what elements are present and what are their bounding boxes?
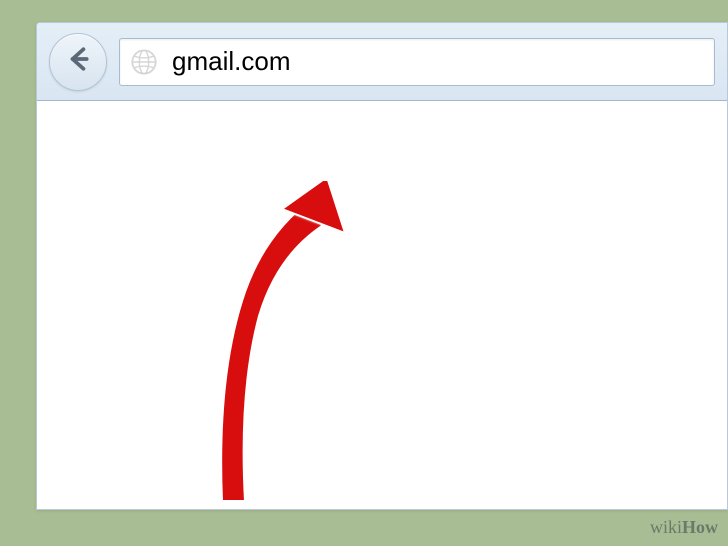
- watermark-text-1: wiki: [650, 517, 682, 537]
- browser-toolbar: [37, 23, 727, 101]
- globe-icon: [130, 48, 158, 76]
- url-input[interactable]: [172, 46, 704, 77]
- annotation-arrow-icon: [187, 181, 387, 511]
- watermark-text-2: How: [682, 517, 718, 537]
- browser-content: [37, 101, 727, 509]
- watermark: wikiHow: [650, 517, 718, 538]
- back-arrow-icon: [65, 46, 91, 77]
- browser-window: [36, 22, 728, 510]
- back-button[interactable]: [49, 33, 107, 91]
- url-bar[interactable]: [119, 38, 715, 86]
